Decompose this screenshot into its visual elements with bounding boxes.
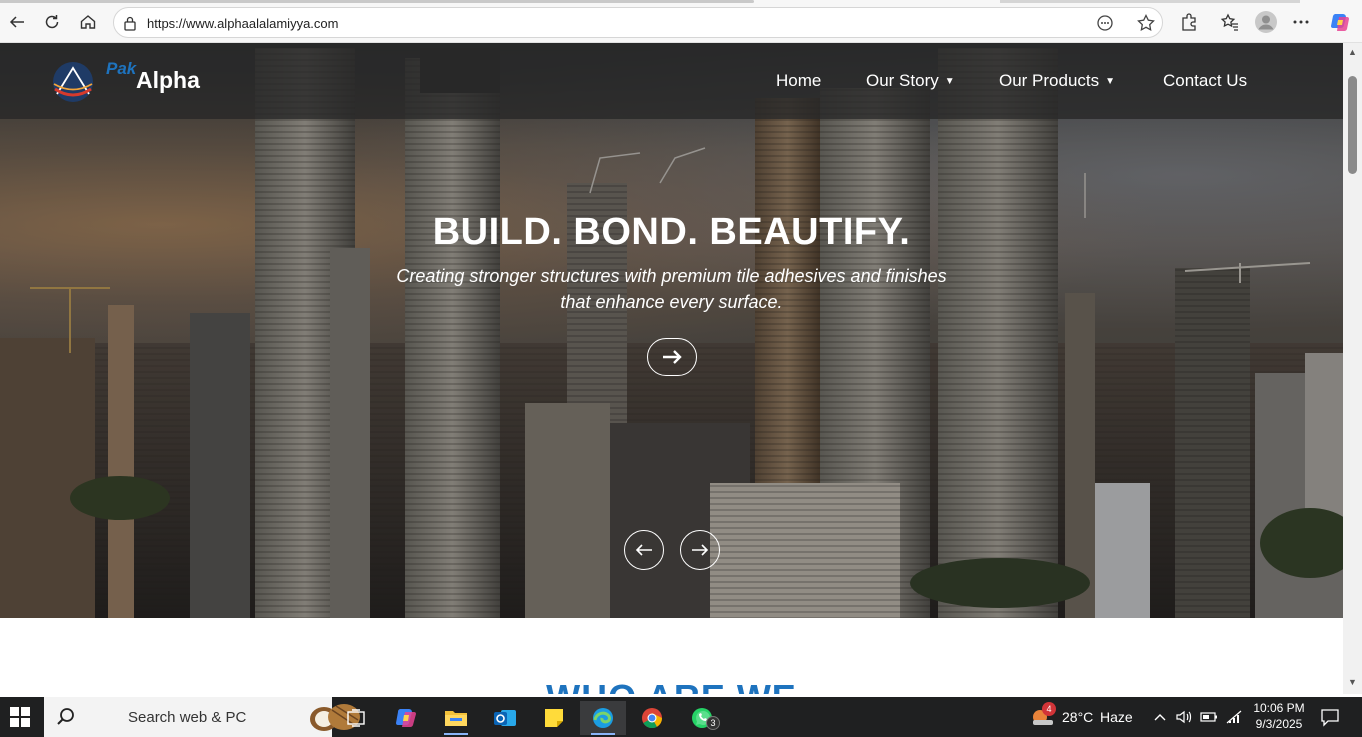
weather-desc[interactable]: Haze [1100, 709, 1133, 725]
windows-taskbar: Search web & PC 3 4 28°C Haze 10:06 PM 9… [0, 697, 1362, 737]
nav-our-products[interactable]: Our Products ▼ [999, 71, 1115, 91]
profile-icon[interactable] [1253, 9, 1279, 35]
dropdown-caret-icon: ▼ [944, 76, 955, 87]
notification-center-icon[interactable] [1320, 707, 1340, 732]
hero-title: BUILD. BOND. BEAUTIFY. [432, 211, 911, 253]
favorites-icon[interactable] [1217, 9, 1243, 35]
favorite-star-icon[interactable] [1136, 13, 1156, 38]
copilot-app-icon[interactable] [386, 701, 426, 735]
refresh-icon[interactable] [39, 9, 65, 35]
system-clock[interactable]: 10:06 PM 9/3/2025 [1249, 700, 1309, 732]
weather-temp[interactable]: 28°C [1062, 709, 1093, 725]
home-icon[interactable] [75, 9, 101, 35]
taskbar-search-box[interactable]: Search web & PC [44, 697, 360, 737]
volume-icon[interactable] [1175, 709, 1193, 730]
clock-time[interactable]: 10:06 PM [1249, 700, 1309, 716]
hero-banner: Pak Alpha Home Our Story ▼ Our Products ▼ … [0, 43, 1343, 618]
weather-badge: 4 [1042, 702, 1056, 716]
hero-cta-button[interactable] [647, 338, 697, 376]
logo-text-alpha[interactable]: Alpha [136, 67, 200, 94]
more-icon[interactable] [1288, 9, 1314, 35]
nav-our-story[interactable]: Our Story ▼ [866, 71, 955, 91]
whatsapp-icon[interactable]: 3 [682, 701, 722, 735]
logo-icon[interactable] [50, 59, 96, 105]
scrollbar-thumb[interactable] [1348, 76, 1357, 174]
arrow-right-icon [663, 350, 682, 364]
copilot-icon[interactable] [1327, 9, 1353, 35]
read-aloud-icon[interactable] [1095, 13, 1115, 38]
address-url[interactable]: https://www.alphaalalamiyya.com [147, 16, 338, 31]
arrow-right-icon [692, 544, 709, 556]
section-heading-who-are-we: WHO ARE WE [0, 677, 1343, 694]
chrome-icon[interactable] [632, 701, 672, 735]
nav-home[interactable]: Home [776, 71, 821, 91]
nav-contact-us[interactable]: Contact Us [1163, 71, 1247, 91]
dropdown-caret-icon: ▼ [1105, 76, 1116, 87]
outlook-icon[interactable] [485, 701, 525, 735]
wifi-icon[interactable] [1225, 709, 1243, 730]
battery-icon[interactable] [1200, 709, 1218, 730]
sticky-notes-icon[interactable] [534, 701, 574, 735]
clock-date[interactable]: 9/3/2025 [1249, 716, 1309, 732]
slider-prev-button[interactable] [624, 530, 664, 570]
extensions-icon[interactable] [1176, 9, 1202, 35]
show-hidden-icons-icon[interactable] [1153, 710, 1167, 728]
whatsapp-badge: 3 [706, 716, 720, 730]
arrow-left-icon [635, 544, 652, 556]
hero-subtitle: Creating stronger structures with premiu… [396, 266, 947, 312]
slider-next-button[interactable] [680, 530, 720, 570]
site-navbar: Pak Alpha Home Our Story ▼ Our Products ▼ … [0, 43, 1343, 119]
back-icon[interactable] [4, 9, 30, 35]
edge-icon[interactable] [580, 701, 626, 735]
scroll-down-icon[interactable]: ▼ [1348, 677, 1357, 687]
page-scrollbar[interactable]: ▲ ▼ [1343, 43, 1362, 694]
tab-strip-edge [0, 0, 1362, 3]
lock-icon[interactable] [123, 15, 137, 36]
browser-toolbar: https://www.alphaalalamiyya.com [0, 0, 1362, 43]
address-bar[interactable]: https://www.alphaalalamiyya.com [113, 7, 1163, 38]
search-placeholder[interactable]: Search web & PC [128, 709, 246, 726]
task-view-icon[interactable] [336, 701, 376, 735]
windows-start-icon[interactable] [10, 707, 30, 727]
logo-text-pak[interactable]: Pak [106, 59, 136, 79]
search-icon [56, 707, 76, 732]
file-explorer-icon[interactable] [436, 701, 476, 735]
scroll-up-icon[interactable]: ▲ [1348, 47, 1357, 57]
page-viewport: Pak Alpha Home Our Story ▼ Our Products ▼ … [0, 43, 1343, 694]
